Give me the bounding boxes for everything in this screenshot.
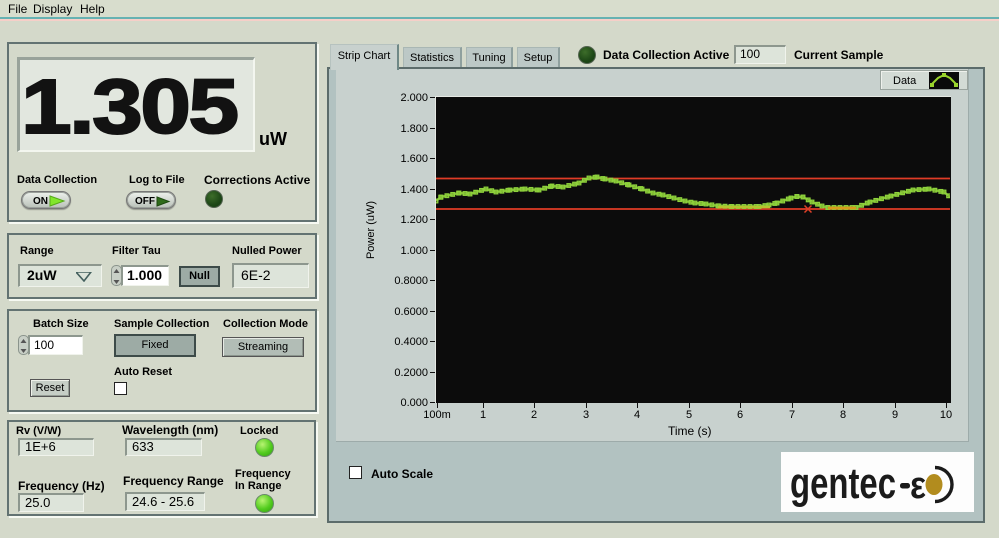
svg-text:ε: ε (910, 465, 926, 507)
svg-text:gentec: gentec (790, 459, 896, 508)
